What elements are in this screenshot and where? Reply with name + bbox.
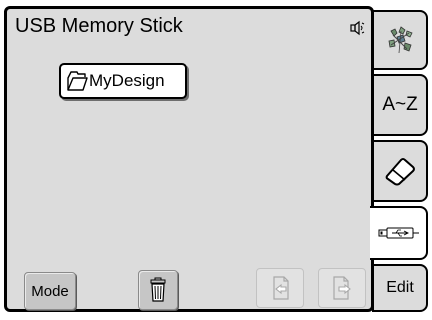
main-panel: USB Memory Stick MyDesign xyxy=(4,6,374,312)
import-button[interactable] xyxy=(256,268,304,308)
tab-usb[interactable] xyxy=(370,206,428,260)
usb-icon xyxy=(378,227,419,239)
page-title: USB Memory Stick xyxy=(15,15,183,37)
folder-icon xyxy=(67,71,88,91)
import-icon xyxy=(273,276,289,300)
export-button[interactable] xyxy=(318,268,366,308)
eraser-icon xyxy=(385,158,415,186)
delete-button[interactable] xyxy=(138,270,178,310)
mode-button[interactable]: Mode xyxy=(24,272,76,310)
folder-item-mydesign[interactable]: MyDesign xyxy=(59,63,187,99)
tab-characters[interactable]: A~Z xyxy=(372,74,428,136)
tab-eraser[interactable] xyxy=(372,140,428,202)
tab-embroidery[interactable] xyxy=(372,10,428,70)
screen: USB Memory Stick MyDesign Mode A~Z Edit xyxy=(0,0,432,320)
speaker-icon[interactable] xyxy=(349,19,367,37)
export-icon xyxy=(333,276,351,300)
folder-label: MyDesign xyxy=(89,71,165,90)
trash-icon xyxy=(150,277,166,302)
embroidery-pattern-icon xyxy=(388,26,413,54)
tab-edit[interactable]: Edit xyxy=(372,264,428,312)
